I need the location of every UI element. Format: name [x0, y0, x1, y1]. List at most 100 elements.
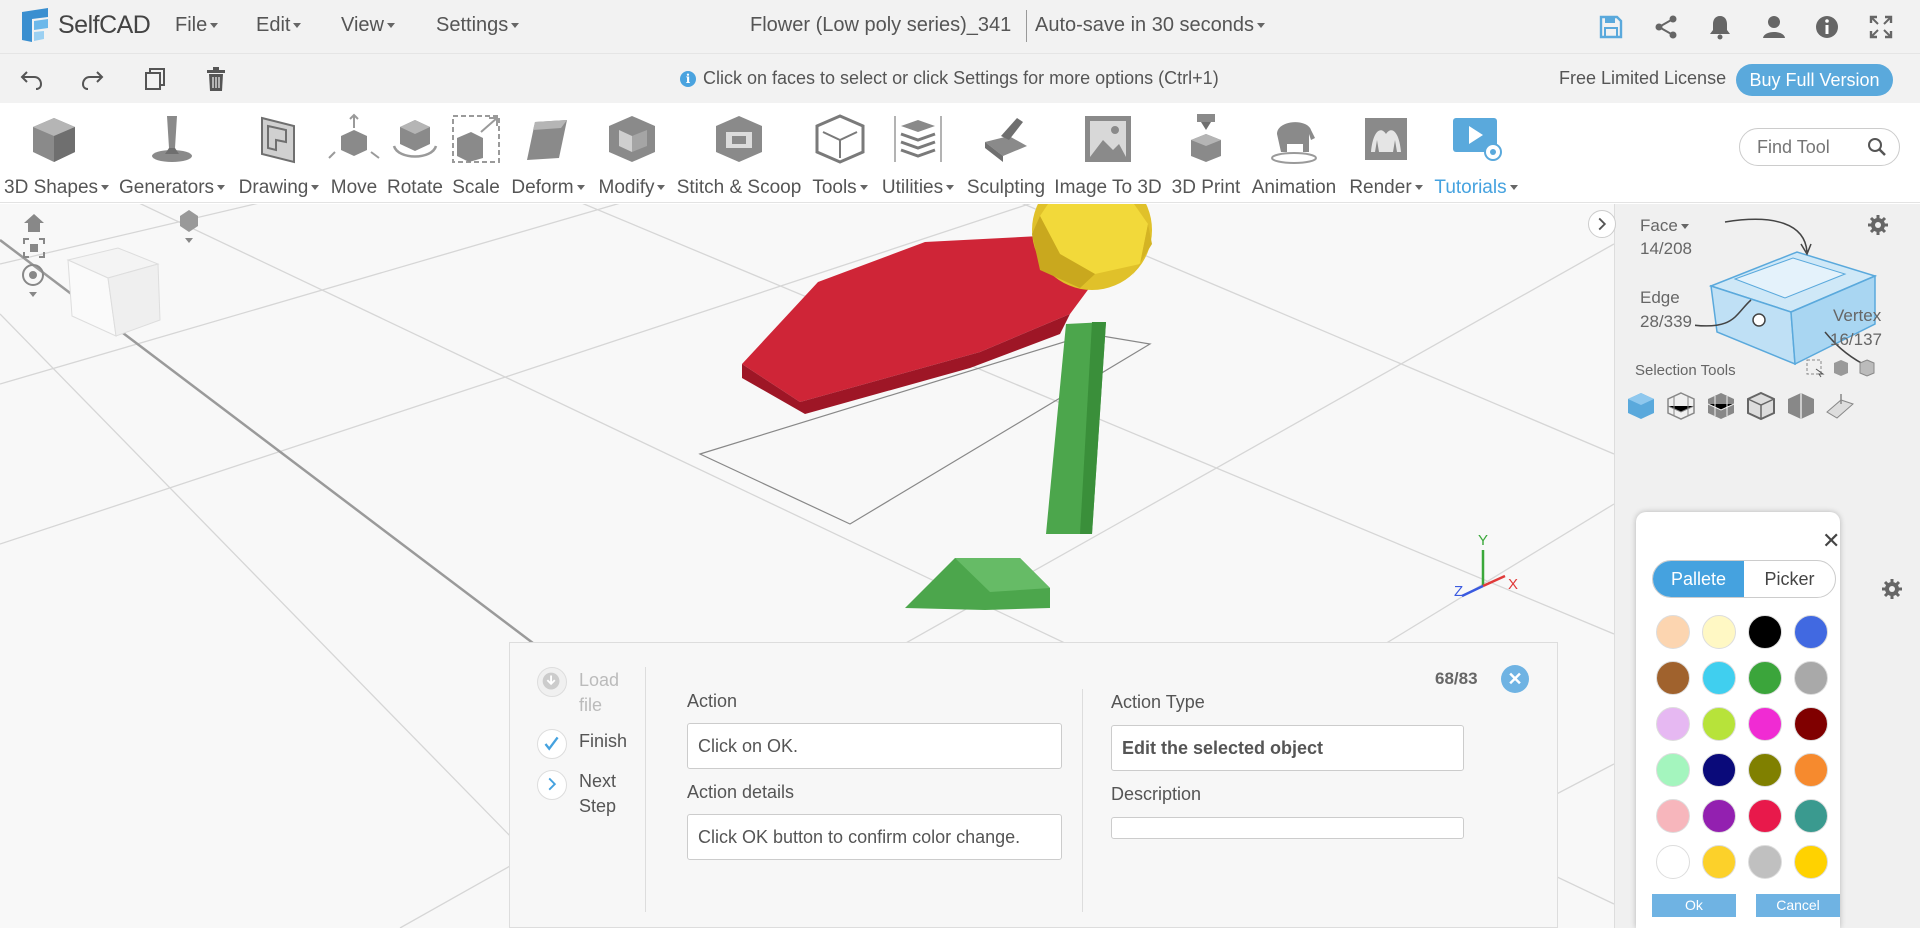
tool-scale[interactable]: Scale	[448, 112, 504, 199]
color-swatch[interactable]	[1702, 799, 1736, 833]
color-swatch[interactable]	[1794, 661, 1828, 695]
color-swatch[interactable]	[1656, 845, 1690, 879]
buy-full-version-button[interactable]: Buy Full Version	[1736, 64, 1893, 96]
cancel-button[interactable]: Cancel	[1756, 894, 1840, 917]
info-icon[interactable]	[1813, 13, 1841, 41]
save-icon[interactable]	[1597, 13, 1625, 41]
tool-generators[interactable]: Generators	[117, 112, 227, 199]
search-icon[interactable]	[1867, 137, 1887, 157]
plane-select-icon[interactable]	[1823, 390, 1855, 422]
color-swatch[interactable]	[1702, 615, 1736, 649]
tool-3d-shapes[interactable]: 3D Shapes	[4, 112, 104, 199]
vertex-label: Vertex	[1833, 306, 1882, 325]
color-swatch[interactable]	[1794, 799, 1828, 833]
drawing-icon	[261, 116, 295, 164]
orientation-cube[interactable]	[66, 247, 161, 337]
stitch-scoop-icon	[716, 116, 762, 162]
redo-icon[interactable]	[79, 66, 105, 92]
face-select-icon[interactable]	[1625, 390, 1657, 422]
menu-file[interactable]: File	[175, 14, 218, 37]
panel-gear-icon[interactable]	[1881, 578, 1903, 600]
color-swatch[interactable]	[1656, 753, 1690, 787]
box-select-icon[interactable]	[1805, 358, 1825, 378]
menu-bar: SelfCAD File Edit View Settings Flower (…	[0, 0, 1920, 53]
bell-icon[interactable]	[1706, 13, 1734, 41]
tool-rotate[interactable]: Rotate	[384, 112, 446, 199]
flower-leaf[interactable]	[905, 558, 1050, 610]
color-swatch[interactable]	[1702, 753, 1736, 787]
mesh-select-icon[interactable]	[1665, 390, 1697, 422]
tool-modify[interactable]: Modify	[593, 112, 671, 199]
fit-view-icon[interactable]	[22, 237, 46, 259]
user-icon[interactable]	[1760, 13, 1788, 41]
tab-picker[interactable]: Picker	[1744, 561, 1835, 597]
tool-image-to-3d[interactable]: Image To 3D	[1052, 112, 1164, 199]
selection-mode-dropdown[interactable]: Face	[1640, 216, 1689, 236]
select-all-icon[interactable]	[1857, 358, 1877, 378]
app-name: SelfCAD	[58, 10, 151, 39]
color-swatch[interactable]	[1702, 661, 1736, 695]
step-load-file: Load file	[579, 670, 620, 715]
tool-animation[interactable]: Animation	[1248, 112, 1340, 199]
menu-settings[interactable]: Settings	[436, 14, 519, 37]
color-swatch[interactable]	[1656, 661, 1690, 695]
grid-select-icon[interactable]	[1705, 390, 1737, 422]
color-swatch[interactable]	[1794, 845, 1828, 879]
undo-icon[interactable]	[19, 66, 45, 92]
tool-tools[interactable]: Tools	[804, 112, 876, 199]
color-swatch[interactable]	[1702, 707, 1736, 741]
color-swatch[interactable]	[1748, 707, 1782, 741]
hint-text: Click on faces to select or click Settin…	[703, 68, 1219, 88]
color-swatch[interactable]	[1794, 753, 1828, 787]
color-swatch[interactable]	[1748, 661, 1782, 695]
step-finish[interactable]: Finish	[579, 729, 627, 754]
step-next[interactable]: Next Step	[579, 769, 635, 819]
generator-icon	[152, 116, 192, 162]
tool-stitch-scoop[interactable]: Stitch & Scoop	[676, 112, 802, 199]
select-object-icon[interactable]	[1831, 358, 1851, 378]
edge-select-icon[interactable]	[1745, 390, 1777, 422]
orbit-icon[interactable]	[20, 262, 46, 302]
tool-move[interactable]: Move	[325, 112, 383, 199]
color-swatch[interactable]	[1794, 615, 1828, 649]
share-icon[interactable]	[1652, 13, 1680, 41]
menu-view[interactable]: View	[341, 14, 395, 37]
close-icon[interactable]: ✕	[1822, 530, 1840, 552]
color-swatch[interactable]	[1794, 707, 1828, 741]
tool-3d-print[interactable]: 3D Print	[1166, 112, 1246, 199]
vertex-select-icon[interactable]	[1785, 390, 1817, 422]
perspective-icon[interactable]	[176, 208, 202, 244]
color-swatch[interactable]	[1748, 845, 1782, 879]
color-swatch[interactable]	[1748, 799, 1782, 833]
flower-stem[interactable]	[1046, 322, 1106, 534]
tool-tutorials[interactable]: Tutorials	[1430, 112, 1522, 199]
hint-message: i Click on faces to select or click Sett…	[680, 68, 1219, 89]
chevron-right-icon[interactable]	[537, 770, 567, 800]
home-icon[interactable]	[22, 212, 46, 234]
selfcad-logo[interactable]: SelfCAD	[18, 6, 151, 44]
tool-render[interactable]: Render	[1346, 112, 1426, 199]
modify-icon	[609, 116, 655, 162]
tools-icon	[815, 114, 865, 164]
collapse-panel-icon[interactable]	[1588, 210, 1616, 238]
color-swatch[interactable]	[1656, 799, 1690, 833]
tool-deform[interactable]: Deform	[506, 112, 590, 199]
document-title[interactable]: Flower (Low poly series)_341	[750, 14, 1011, 37]
trash-icon[interactable]	[203, 66, 229, 92]
tool-utilities[interactable]: Utilities	[876, 112, 960, 199]
fullscreen-icon[interactable]	[1867, 13, 1895, 41]
color-swatch[interactable]	[1656, 615, 1690, 649]
autosave-dropdown[interactable]: Auto-save in 30 seconds	[1035, 14, 1265, 37]
close-step-panel-icon[interactable]: ✕	[1501, 665, 1529, 693]
color-swatch[interactable]	[1748, 753, 1782, 787]
copy-icon[interactable]	[142, 66, 168, 92]
tab-pallete[interactable]: Pallete	[1653, 561, 1744, 597]
color-swatch[interactable]	[1748, 615, 1782, 649]
tool-ribbon: 3D Shapes Generators Drawing Move Rotate…	[0, 104, 1920, 203]
color-swatch[interactable]	[1702, 845, 1736, 879]
color-swatch[interactable]	[1656, 707, 1690, 741]
tool-sculpting[interactable]: Sculpting	[962, 112, 1050, 199]
ok-button[interactable]: Ok	[1652, 894, 1736, 917]
tool-drawing[interactable]: Drawing	[236, 112, 322, 199]
menu-edit[interactable]: Edit	[256, 14, 301, 37]
